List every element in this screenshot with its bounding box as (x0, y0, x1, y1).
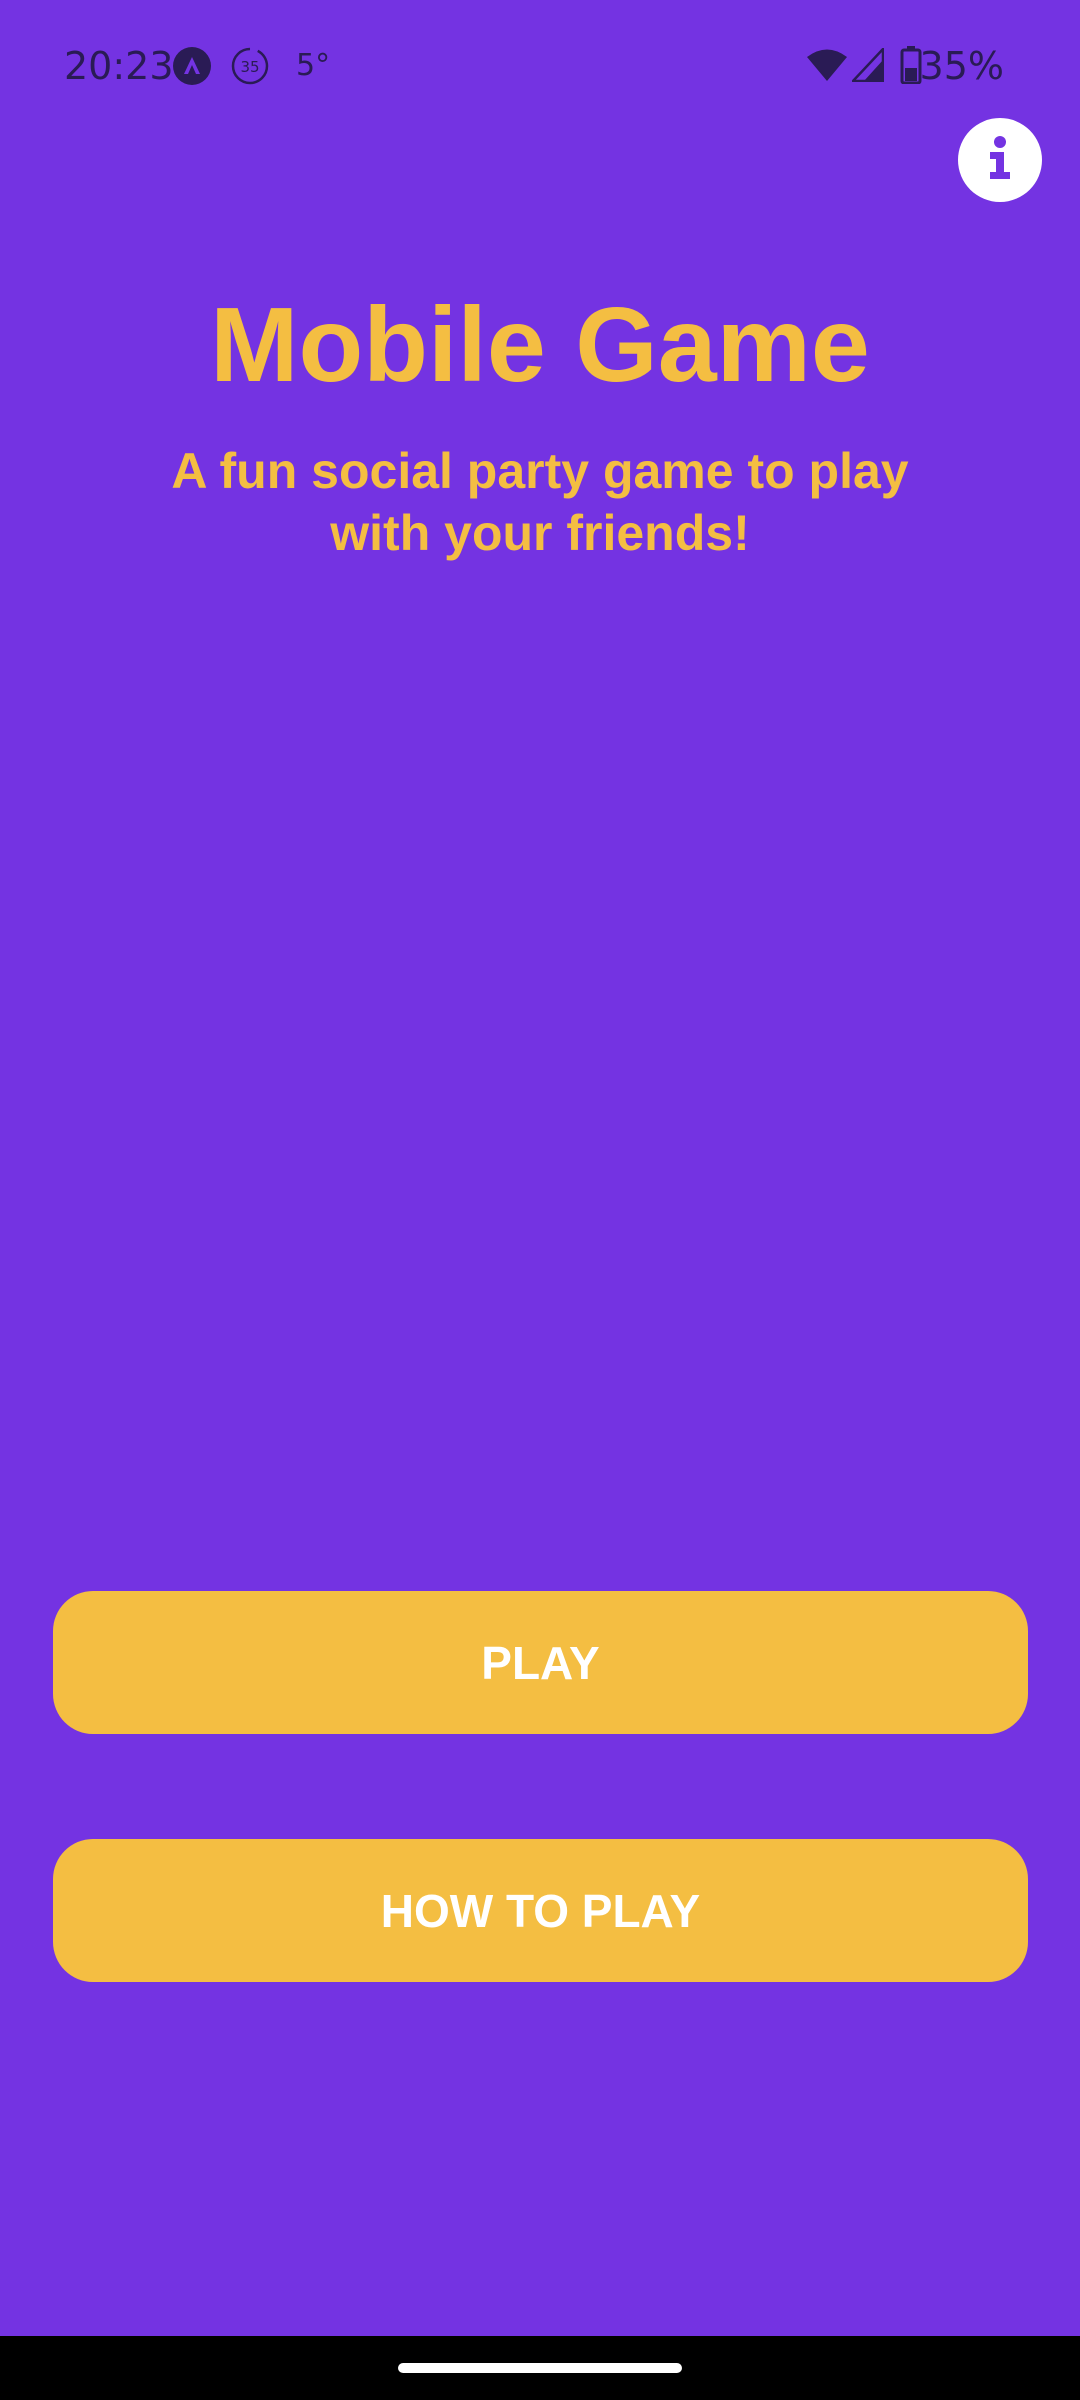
timer-badge-number: 35 (240, 58, 259, 76)
page-title: Mobile Game (210, 286, 870, 404)
temperature-text: 5° (296, 48, 331, 83)
page-subtitle: A fun social party game to play with you… (171, 443, 909, 561)
how-to-play-button-label: HOW TO PLAY (380, 1884, 701, 1937)
how-to-play-button[interactable]: HOW TO PLAY (53, 1839, 1028, 1982)
info-button[interactable] (958, 118, 1042, 202)
status-time: 20:23 (64, 44, 174, 88)
battery-percentage: 35% (919, 44, 1004, 88)
app-notification-icon (172, 46, 212, 91)
status-bar: 20:23 35 5° 35% (0, 0, 1080, 132)
navigation-bar (0, 2336, 1080, 2400)
play-button[interactable]: PLAY (53, 1591, 1028, 1734)
home-indicator[interactable] (398, 2363, 682, 2373)
timer-35-icon: 35 (230, 46, 270, 91)
main-screen: 20:23 35 5° 35% Mobile Game A fun social… (0, 0, 1080, 2336)
cell-signal-icon (850, 45, 885, 87)
info-icon (980, 134, 1020, 187)
wifi-icon (806, 48, 848, 87)
play-button-label: PLAY (481, 1636, 600, 1689)
